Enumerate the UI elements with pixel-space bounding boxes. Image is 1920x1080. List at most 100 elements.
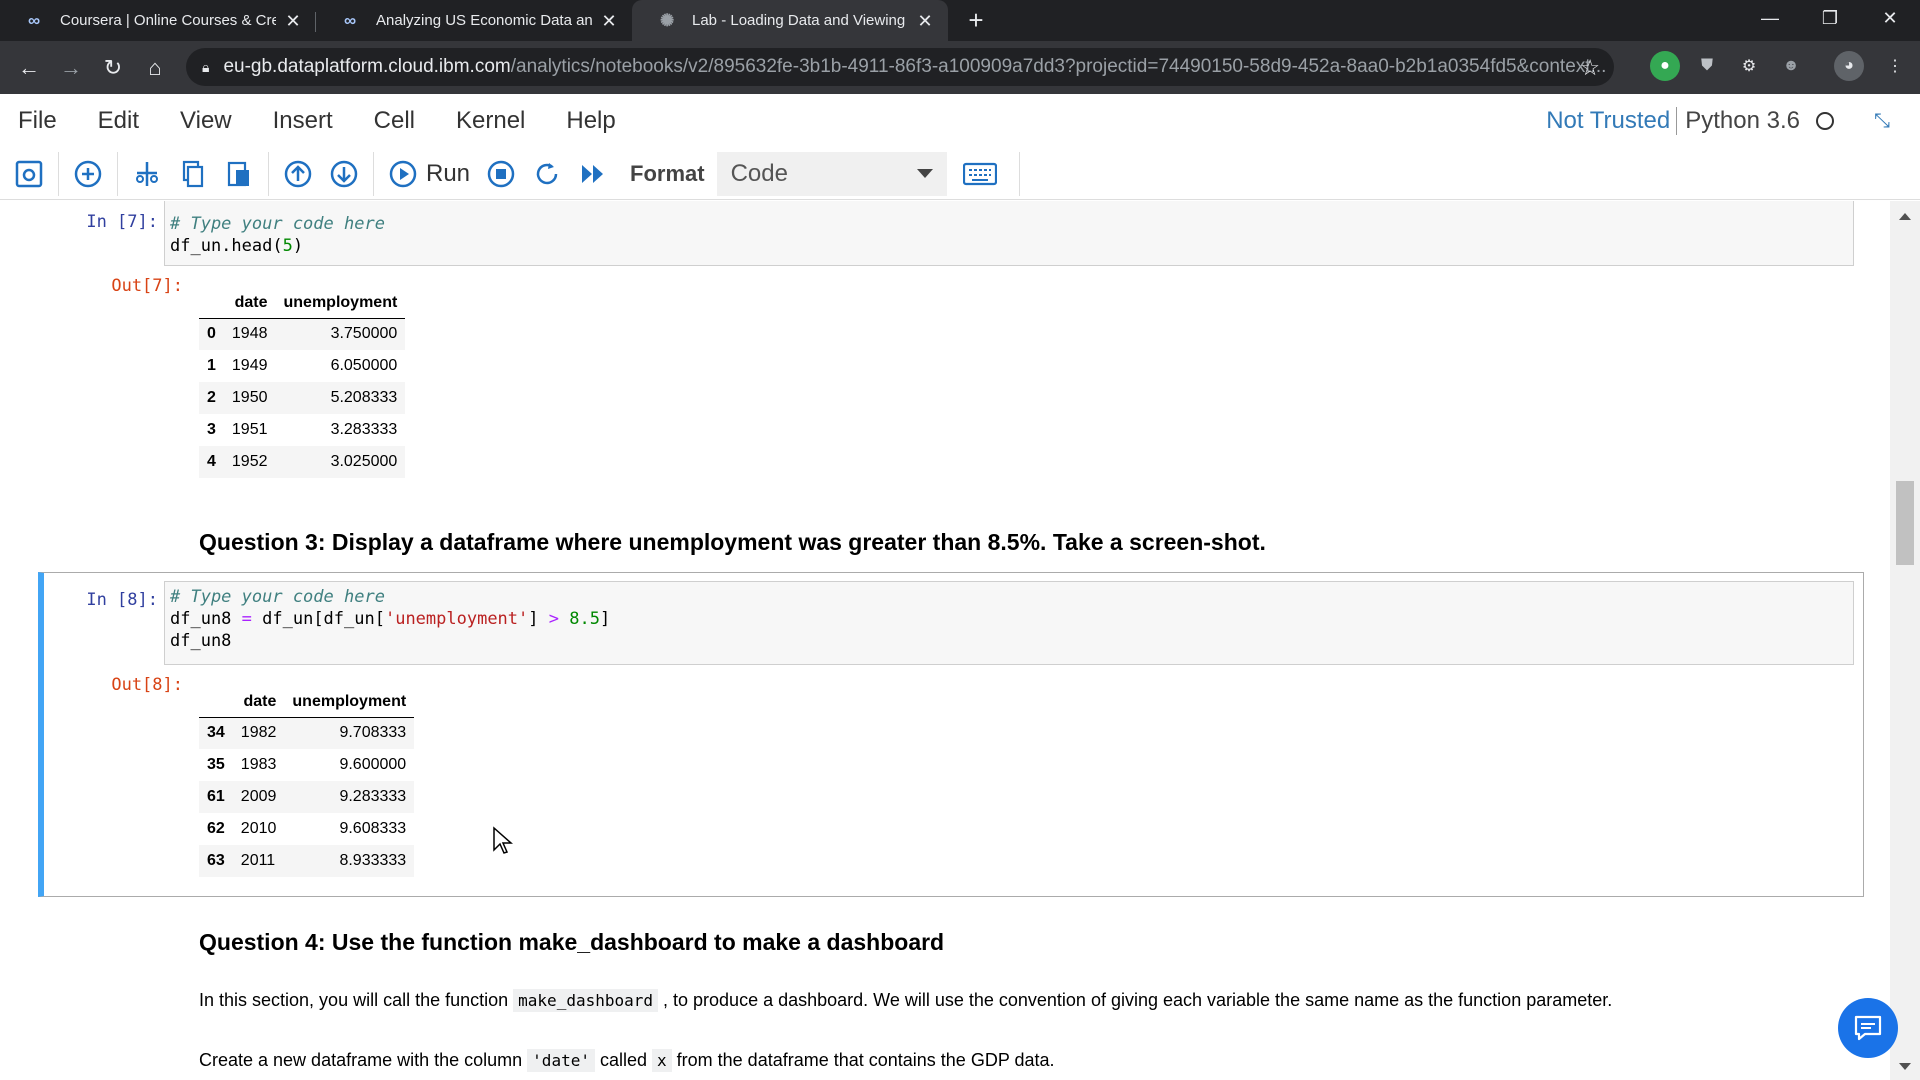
insert-cell-icon[interactable] [65, 154, 111, 194]
interrupt-kernel-icon[interactable] [478, 154, 524, 194]
url-host: eu-gb.dataplatform.cloud.ibm.com [223, 56, 511, 77]
code-editor[interactable]: # Type your code here df_un8 = df_un[df_… [164, 581, 1854, 665]
save-icon[interactable] [6, 154, 52, 194]
table-cell: 2010 [240, 820, 277, 837]
profile-avatar[interactable]: ◕ [1834, 51, 1864, 81]
keyboard-shortcuts-icon[interactable] [947, 162, 1013, 186]
paste-icon[interactable] [216, 154, 262, 194]
close-tab-icon[interactable]: ✕ [284, 12, 302, 30]
url-input[interactable]: 🔒︎ eu-gb.dataplatform.cloud.ibm.com /ana… [186, 48, 1614, 86]
table-cell: 8.933333 [339, 852, 407, 869]
dataframe-table: date unemployment 0 1948 3.750000 1 1949 6.0… [199, 286, 406, 478]
code-line: df_un.head(5) [170, 235, 1848, 257]
menu-insert[interactable]: Insert [255, 107, 356, 135]
table-cell: 3.025000 [330, 453, 398, 470]
question-3-heading: Question 3: Display a dataframe where un… [199, 529, 1266, 555]
kernel-idle-icon [1816, 112, 1834, 130]
paragraph-text: Create a new dataframe with the column [199, 1050, 528, 1070]
browser-menu-icon[interactable]: ⋮ [1880, 51, 1910, 81]
row-index: 4 [207, 453, 216, 470]
input-prompt: In [8]: [86, 590, 158, 610]
table-row: 1 1949 6.050000 [199, 350, 405, 382]
scroll-down-icon[interactable] [1899, 1063, 1911, 1070]
menu-help[interactable]: Help [548, 107, 638, 135]
menu-view[interactable]: View [162, 107, 255, 135]
code-line: df_un8 = df_un[df_un['unemployment'] > 8… [170, 608, 1848, 630]
chevron-down-icon [916, 169, 933, 178]
home-icon[interactable]: ⌂ [134, 47, 176, 89]
row-index: 35 [207, 756, 225, 773]
table-row: 2 1950 5.208333 [199, 382, 406, 414]
table-header: date [223, 286, 276, 319]
coursera-icon: ∞ [28, 10, 41, 30]
collapse-header-icon[interactable]: ⤡ [1874, 110, 1890, 133]
input-prompt: In [7]: [86, 212, 158, 232]
extension-green-icon[interactable]: ● [1650, 51, 1680, 81]
trust-indicator[interactable]: Not Trusted [1546, 107, 1678, 135]
run-label: Run [426, 159, 471, 187]
code-comment: # Type your code here [170, 214, 385, 234]
browser-tab-analyzing[interactable]: ∞ Analyzing US Economic Data and Bu ✕ [316, 0, 632, 41]
dataframe-table: date unemployment 34 1982 9.708333 35 1983 9… [199, 685, 415, 877]
close-tab-icon[interactable]: ✕ [916, 12, 934, 30]
copy-icon[interactable] [170, 154, 216, 194]
tab-title: Analyzing US Economic Data and Bu [376, 12, 592, 29]
loading-spinner-icon: ✺ [660, 10, 675, 30]
table-cell: 1982 [240, 724, 277, 742]
menu-cell[interactable]: Cell [356, 107, 438, 135]
reload-icon[interactable]: ↻ [92, 47, 134, 89]
restore-icon[interactable]: ❐ [1800, 0, 1860, 36]
browser-tab-lab[interactable]: ✺ Lab - Loading Data and Viewing Dat ✕ [632, 0, 948, 41]
close-window-icon[interactable]: ✕ [1860, 0, 1920, 36]
restart-kernel-icon[interactable] [524, 154, 570, 194]
paragraph-text: , to produce a dashboard. We will use th… [658, 990, 1613, 1010]
new-tab-button[interactable]: + [956, 0, 996, 41]
code-text: ] [528, 609, 549, 629]
table-cell: 1948 [231, 325, 268, 343]
table-cell: 3.750000 [330, 325, 398, 343]
table-header: unemployment [275, 286, 406, 319]
extension-shield-icon[interactable]: ⛊ [1692, 51, 1722, 81]
notebook-menubar: File Edit View Insert Cell Kernel Help N… [0, 94, 1920, 148]
move-down-icon[interactable] [321, 154, 367, 194]
bookmark-star-icon[interactable]: ☆ [1580, 55, 1600, 81]
table-cell: 6.050000 [330, 357, 398, 374]
back-icon[interactable]: ← [8, 47, 50, 89]
minimize-icon[interactable]: — [1740, 0, 1800, 36]
output-prompt: Out[7]: [111, 276, 183, 296]
extension-mask-icon[interactable]: ☻ [1776, 51, 1806, 81]
code-text: df_un[df_un[ [251, 609, 385, 629]
row-index: 3 [207, 421, 216, 438]
browser-tab-coursera[interactable]: ∞ Coursera | Online Courses & Creden ✕ [0, 0, 316, 41]
code-number: 5 [282, 236, 293, 256]
mouse-cursor-icon [493, 826, 513, 854]
notebook-scrollbar[interactable] [1890, 201, 1920, 1080]
cell-type-select[interactable]: Code [716, 151, 947, 196]
notebook-container: In [7]: # Type your code here df_un.head… [0, 201, 1890, 1080]
scroll-up-icon[interactable] [1899, 213, 1911, 220]
paragraph-text: called [594, 1050, 653, 1070]
table-row: 34 1982 9.708333 [199, 717, 415, 749]
code-operator: > [548, 609, 559, 629]
close-tab-icon[interactable]: ✕ [600, 12, 618, 30]
chat-support-button[interactable] [1838, 998, 1898, 1058]
forward-icon[interactable]: → [50, 47, 92, 89]
menu-kernel[interactable]: Kernel [438, 107, 548, 135]
menu-edit[interactable]: Edit [80, 107, 162, 135]
coursera-icon: ∞ [344, 10, 357, 30]
run-button[interactable]: Run [380, 159, 478, 189]
menu-file[interactable]: File [0, 107, 80, 135]
paragraph-text: In this section, you will call the funct… [199, 990, 514, 1010]
row-index: 62 [207, 820, 225, 837]
code-editor[interactable]: # Type your code here df_un.head(5) [164, 201, 1854, 266]
scrollbar-thumb[interactable] [1896, 481, 1914, 565]
move-up-icon[interactable] [275, 154, 321, 194]
table-row: 3 1951 3.283333 [199, 414, 405, 446]
table-cell: 9.708333 [339, 724, 407, 742]
format-label: Format [630, 160, 705, 186]
run-all-icon[interactable] [570, 154, 616, 194]
toolbar-group-edit [118, 151, 269, 196]
extension-gear-icon[interactable]: ⚙ [1734, 51, 1764, 81]
table-row: 61 2009 9.283333 [199, 781, 415, 813]
cut-icon[interactable] [124, 154, 170, 194]
